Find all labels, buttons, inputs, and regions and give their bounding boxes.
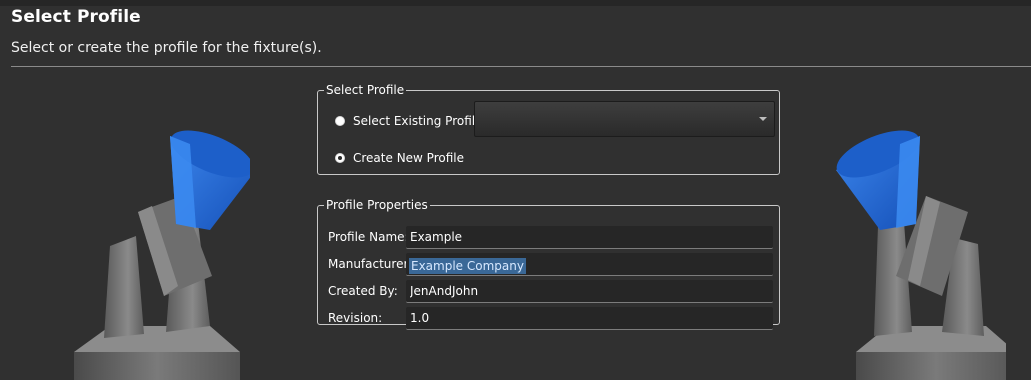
profile-name-input[interactable] [406, 226, 773, 249]
profile-properties-group: Profile Properties Profile Name: Manufac… [317, 198, 780, 330]
create-new-label: Create New Profile [353, 151, 464, 165]
manufacturer-label: Manufacturer: [328, 257, 413, 271]
revision-label: Revision: [328, 311, 383, 325]
page-subtitle: Select or create the profile for the fix… [11, 40, 322, 56]
manufacturer-row: Manufacturer: Example Company [318, 252, 779, 276]
create-new-profile-option[interactable]: Create New Profile [335, 151, 464, 165]
top-strip [0, 0, 1031, 6]
existing-profile-dropdown[interactable] [474, 101, 775, 137]
profile-name-row: Profile Name: [318, 225, 779, 249]
created-by-input[interactable] [406, 280, 773, 303]
select-profile-legend: Select Profile [326, 83, 405, 97]
create-new-radio[interactable] [335, 153, 345, 163]
select-profile-group: Select Profile Select Existing Profile C… [317, 84, 780, 175]
revision-input[interactable] [406, 307, 773, 330]
moving-head-light-icon [74, 130, 250, 380]
moving-head-light-icon [836, 130, 1006, 380]
manufacturer-input[interactable] [406, 253, 773, 276]
select-existing-radio[interactable] [335, 116, 345, 126]
profile-properties-legend: Profile Properties [326, 198, 428, 212]
profile-name-label: Profile Name: [328, 230, 409, 244]
created-by-row: Created By: [318, 279, 779, 303]
created-by-label: Created By: [328, 284, 398, 298]
revision-row: Revision: [318, 306, 779, 330]
select-existing-label: Select Existing Profile [353, 114, 483, 128]
chevron-down-icon [759, 117, 767, 121]
select-profile-page: Select Profile Select or create the prof… [0, 0, 1031, 380]
select-existing-profile-option[interactable]: Select Existing Profile [335, 114, 483, 128]
header-divider [11, 66, 1031, 67]
page-title: Select Profile [11, 7, 141, 27]
